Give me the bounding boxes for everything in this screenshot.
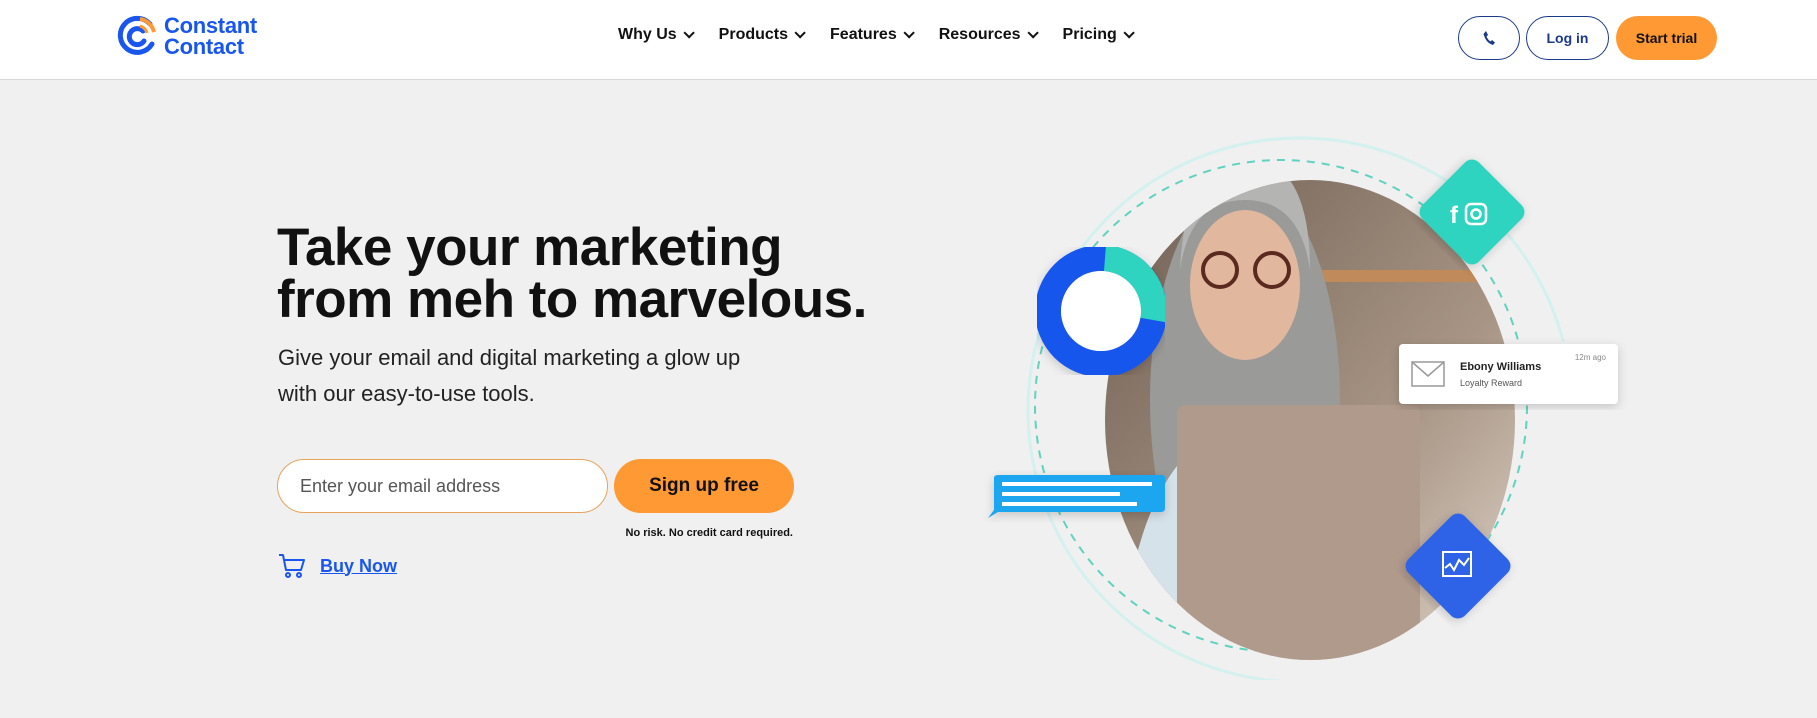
facebook-icon: f	[1450, 202, 1459, 229]
shopping-cart-icon	[279, 554, 305, 578]
email-input[interactable]	[277, 459, 608, 513]
start-trial-button[interactable]: Start trial	[1616, 16, 1717, 60]
chat-bubble-graphic	[988, 475, 1165, 518]
buy-now-link[interactable]: Buy Now	[320, 556, 397, 577]
nav-why-us[interactable]: Why Us	[618, 26, 695, 44]
chevron-down-icon	[903, 27, 915, 39]
buy-now-link-group[interactable]: Buy Now	[278, 553, 397, 579]
donut-chart-graphic	[1035, 245, 1167, 377]
chevron-down-icon	[794, 27, 806, 39]
nav-features[interactable]: Features	[830, 26, 915, 44]
notification-time: 12m ago	[1575, 353, 1607, 362]
site-header: Constant Contact Why Us Products Features…	[0, 0, 1817, 80]
hero-headline: Take your marketing from meh to marvelous…	[277, 218, 867, 329]
phone-button[interactable]	[1458, 16, 1520, 60]
main-nav: Why Us Products Features Resources Prici…	[618, 26, 1135, 44]
nav-products[interactable]: Products	[719, 26, 806, 44]
notification-subject: Loyalty Reward	[1460, 378, 1522, 388]
chevron-down-icon	[683, 27, 695, 39]
chevron-down-icon	[1027, 27, 1039, 39]
nav-resources[interactable]: Resources	[939, 26, 1039, 44]
disclaimer-text: No risk. No credit card required.	[625, 527, 794, 539]
constant-contact-logo-icon	[117, 15, 156, 55]
logo-text: Constant Contact	[164, 13, 257, 59]
envelope-icon	[1411, 361, 1445, 387]
nav-pricing[interactable]: Pricing	[1063, 26, 1135, 44]
notification-name: Ebony Williams	[1460, 361, 1541, 373]
phone-icon	[1483, 31, 1495, 45]
chevron-down-icon	[1123, 27, 1135, 39]
hero-subtitle: Give your email and digital marketing a …	[278, 345, 741, 406]
hero-illustration: f Ebony Williams Loyalty Reward 12m ago	[988, 136, 1618, 680]
login-button[interactable]: Log in	[1526, 16, 1609, 60]
notification-card: Ebony Williams Loyalty Reward 12m ago	[1399, 344, 1618, 404]
woman-photo	[1105, 180, 1515, 660]
logo[interactable]: Constant Contact	[116, 14, 257, 58]
sign-up-free-button[interactable]: Sign up free	[614, 459, 794, 513]
